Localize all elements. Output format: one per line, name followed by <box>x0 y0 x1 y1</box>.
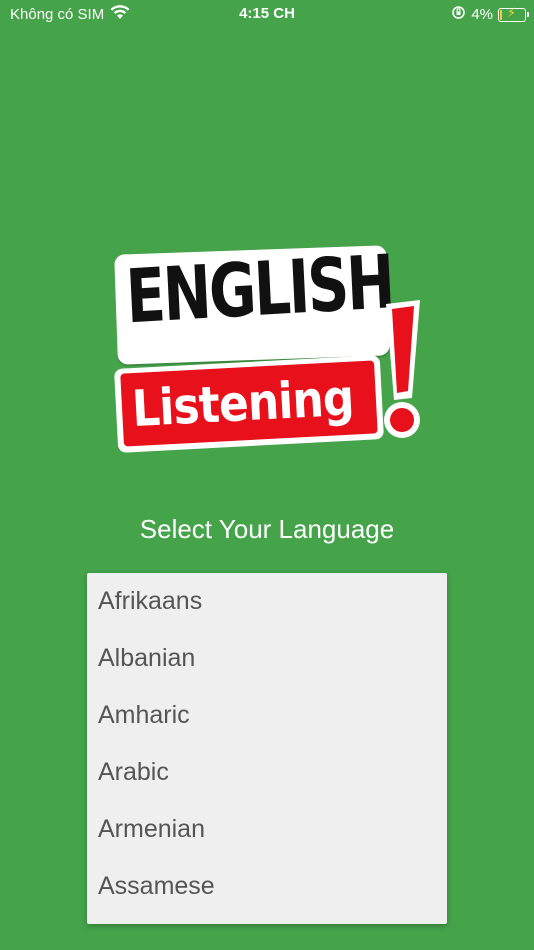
bolt-icon: ⚡ <box>507 4 517 20</box>
language-item[interactable]: Assamese <box>87 858 447 915</box>
orientation-lock-icon <box>451 5 466 24</box>
exclamation-icon <box>384 300 420 438</box>
logo-word-english: ENGLISH <box>124 239 395 341</box>
logo-listening-banner: Listening <box>120 360 378 447</box>
app-logo: ENGLISH Listening <box>108 239 426 453</box>
language-item[interactable]: Afrikaans <box>87 573 447 630</box>
logo-listening-panel: Listening <box>113 355 385 453</box>
page-title: Select Your Language <box>139 514 395 544</box>
battery-fill <box>500 9 502 20</box>
logo-english-panel: ENGLISH <box>114 239 395 365</box>
battery-charging-icon: ⚡ <box>498 4 529 22</box>
status-right: 4% ⚡ <box>451 4 529 24</box>
status-bar: Không có SIM 4:15 CH 4% ⚡ <box>0 0 534 30</box>
logo-word-listening: Listening <box>130 368 355 439</box>
language-item[interactable]: Albanian <box>87 630 447 687</box>
language-item[interactable]: Amharic <box>87 687 447 744</box>
language-list[interactable]: Afrikaans Albanian Amharic Arabic Armenian As… <box>87 573 447 924</box>
battery-percent: 4% <box>471 6 493 23</box>
language-item[interactable]: Arabic <box>87 744 447 801</box>
language-item[interactable]: Armenian <box>87 801 447 858</box>
